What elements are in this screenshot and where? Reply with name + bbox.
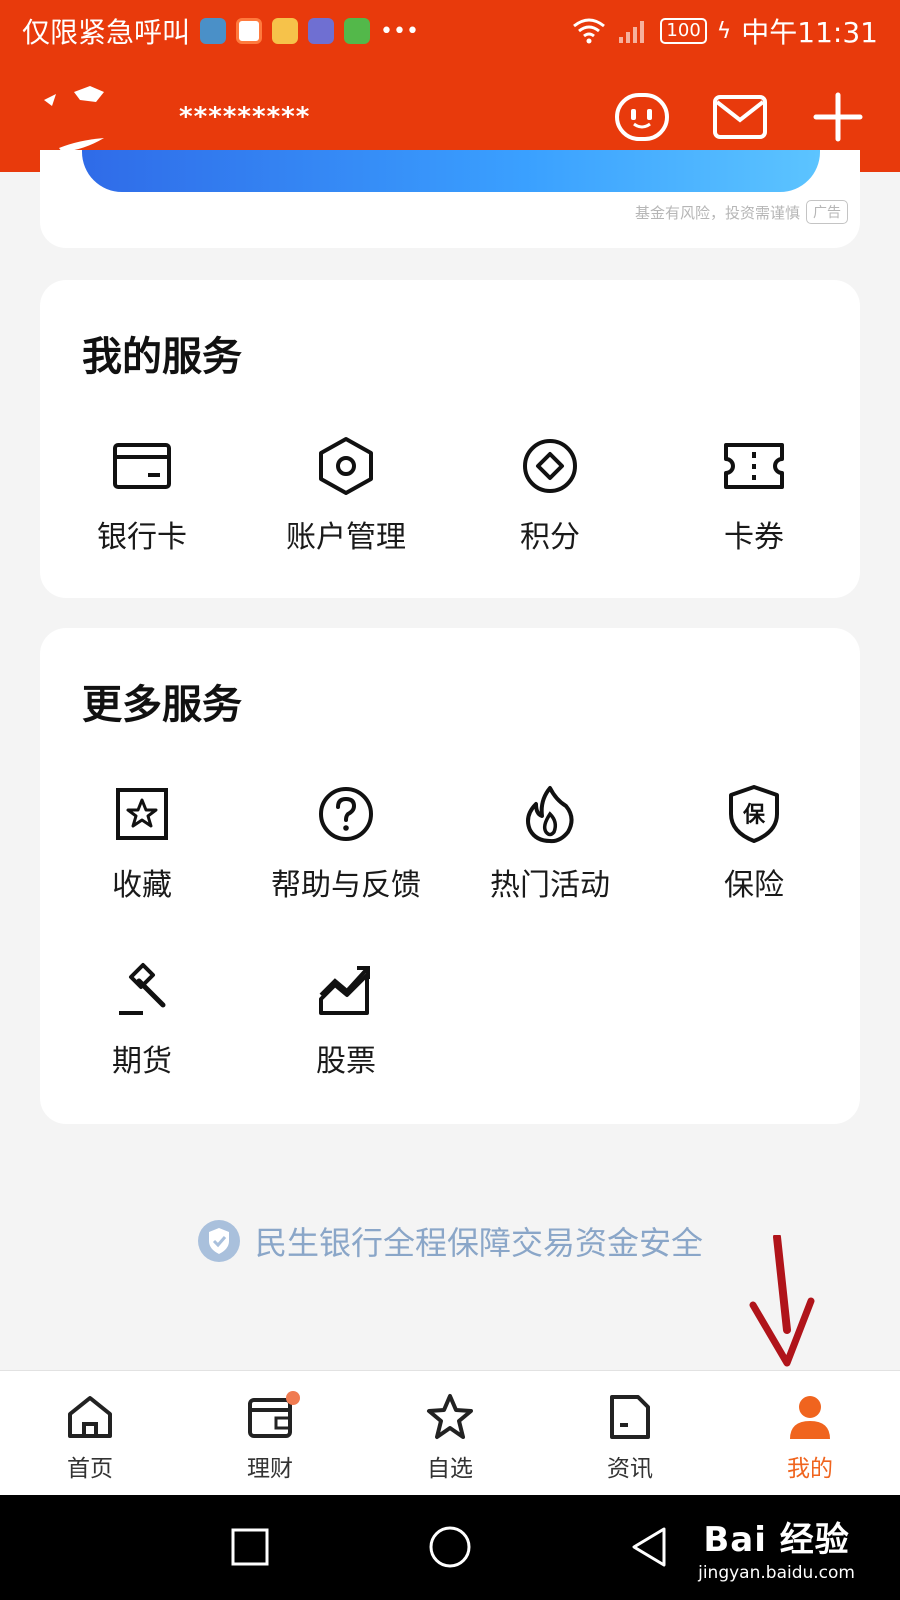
security-app-icon <box>236 18 263 44</box>
fire-icon <box>518 782 582 846</box>
avatar[interactable] <box>34 72 124 162</box>
security-shield-icon <box>197 1220 240 1262</box>
service-label: 期货 <box>112 1044 172 1079</box>
points-diamond-icon <box>518 434 582 498</box>
username[interactable]: ********* <box>179 102 310 132</box>
signal-icon <box>619 21 645 43</box>
help-icon <box>314 782 378 846</box>
service-label: 帮助与反馈 <box>271 868 421 903</box>
tab-wealth[interactable]: 理财 <box>180 1371 360 1496</box>
more-services-card: 更多服务 收藏 帮助与反馈 热门活动 保 保险 期货 股票 <box>40 628 860 1124</box>
carrier-text: 仅限紧急呼叫 <box>22 16 191 49</box>
chat-bubble-icon[interactable] <box>614 89 670 145</box>
status-left: 仅限紧急呼叫 ••• <box>22 11 419 51</box>
my-services-title: 我的服务 <box>82 334 242 380</box>
status-bar: 仅限紧急呼叫 ••• 100 ϟ 中午11:31 <box>0 0 900 62</box>
service-hot-events[interactable]: 热门活动 <box>448 782 652 904</box>
bank-card-icon <box>110 434 174 498</box>
insurance-shield-icon: 保 <box>722 782 786 846</box>
service-label: 股票 <box>316 1044 376 1079</box>
service-points[interactable]: 积分 <box>448 434 652 556</box>
stock-chart-icon <box>314 958 378 1022</box>
tab-label: 资讯 <box>607 1456 653 1482</box>
baidu-watermark: Bai 经验 jingyan.baidu.com <box>698 1512 855 1583</box>
tab-news[interactable]: 资讯 <box>540 1371 720 1496</box>
bottom-nav: 首页 理财 自选 资讯 我的 <box>0 1370 900 1496</box>
tab-home[interactable]: 首页 <box>0 1371 180 1496</box>
service-insurance[interactable]: 保 保险 <box>652 782 856 904</box>
mail-icon[interactable] <box>712 89 768 145</box>
tab-label: 自选 <box>427 1456 473 1482</box>
wifi-icon <box>573 18 606 44</box>
status-right: 100 ϟ 中午11:31 <box>572 11 878 51</box>
service-label: 账户管理 <box>286 520 406 555</box>
service-label: 收藏 <box>112 868 172 903</box>
battery-icon: 100 <box>660 18 707 44</box>
security-note-text: 民生银行全程保障交易资金安全 <box>254 1224 703 1262</box>
watermark-main: Bai 经验 <box>703 1520 850 1560</box>
tab-label: 理财 <box>247 1456 293 1482</box>
service-label: 保险 <box>724 868 784 903</box>
service-stocks[interactable]: 股票 <box>244 958 448 1080</box>
book-app-icon <box>344 18 371 44</box>
header-actions <box>614 89 866 145</box>
my-services-card: 我的服务 银行卡 账户管理 积分 卡券 <box>40 280 860 598</box>
service-bank-card[interactable]: 银行卡 <box>40 434 244 556</box>
home-icon <box>64 1391 116 1443</box>
ad-tag: 广告 <box>806 200 848 224</box>
service-futures[interactable]: 期货 <box>40 958 244 1080</box>
shield-app-icon <box>200 18 227 44</box>
service-account-management[interactable]: 账户管理 <box>244 434 448 556</box>
favorite-star-icon <box>110 782 174 846</box>
service-label: 银行卡 <box>97 520 187 555</box>
avatar-image <box>44 86 104 152</box>
tab-me[interactable]: 我的 <box>720 1371 900 1496</box>
reader-app-icon <box>272 18 299 44</box>
service-help-feedback[interactable]: 帮助与反馈 <box>244 782 448 904</box>
risk-disclaimer-text: 基金有风险，投资需谨慎 <box>634 203 800 222</box>
news-icon <box>604 1391 656 1443</box>
chart-app-icon <box>308 18 335 44</box>
notification-dot <box>286 1391 300 1405</box>
service-label: 热门活动 <box>490 868 610 903</box>
service-coupons[interactable]: 卡券 <box>652 434 856 556</box>
gavel-icon <box>110 958 174 1022</box>
service-label: 卡券 <box>724 520 784 555</box>
banner-disclaimer: 基金有风险，投资需谨慎 广告 <box>635 200 848 224</box>
ticket-icon <box>722 434 786 498</box>
account-hexagon-icon <box>314 434 378 498</box>
tab-watchlist[interactable]: 自选 <box>360 1371 540 1496</box>
service-label: 积分 <box>520 520 580 555</box>
plus-icon[interactable] <box>810 89 866 145</box>
back-button[interactable] <box>628 1525 670 1569</box>
tab-label: 我的 <box>787 1456 833 1482</box>
star-icon <box>424 1391 476 1443</box>
charging-icon: ϟ <box>716 18 732 44</box>
recent-apps-button[interactable] <box>230 1527 270 1567</box>
service-favorites[interactable]: 收藏 <box>40 782 244 904</box>
watermark-url: jingyan.baidu.com <box>698 1563 855 1583</box>
banner-card[interactable]: 基金有风险，投资需谨慎 广告 <box>40 150 860 248</box>
tab-label: 首页 <box>67 1456 113 1482</box>
home-button[interactable] <box>428 1525 472 1569</box>
annotation-arrow <box>749 1235 815 1367</box>
more-notifications-icon: ••• <box>380 18 419 44</box>
more-services-title: 更多服务 <box>82 682 242 728</box>
clock: 中午11:31 <box>741 16 878 49</box>
user-icon <box>784 1391 836 1443</box>
svg-text:保: 保 <box>742 803 766 828</box>
banner-image[interactable] <box>82 150 820 192</box>
